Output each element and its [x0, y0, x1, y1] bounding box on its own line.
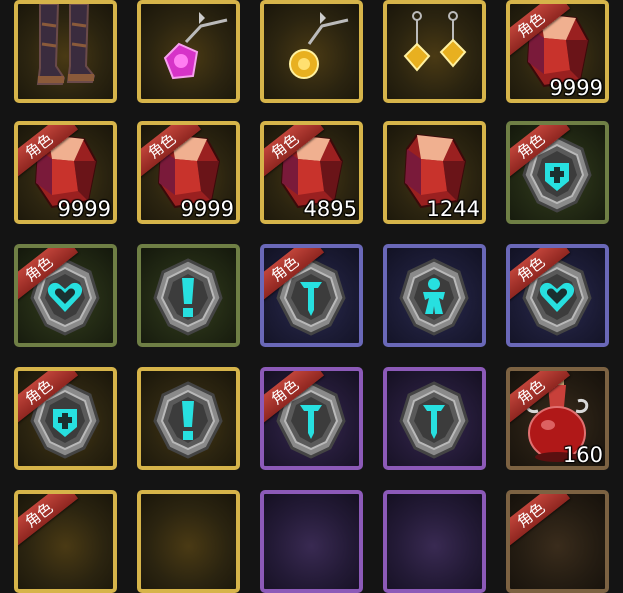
inventory-slot[interactable]: 角色 [14, 490, 117, 593]
inventory-slot[interactable]: 角色 [14, 244, 117, 347]
inventory-slot[interactable] [383, 0, 486, 103]
item-count: 1244 [426, 197, 480, 221]
item-count: 9999 [57, 197, 111, 221]
inventory-slot[interactable]: 角色 [506, 244, 609, 347]
inventory-slot[interactable]: 1244 [383, 121, 486, 224]
inventory-slot[interactable] [14, 0, 117, 103]
item-count: 4895 [303, 197, 357, 221]
inventory-slot[interactable] [383, 367, 486, 470]
inventory-slot[interactable]: 角色 [506, 121, 609, 224]
item-count: 9999 [549, 76, 603, 100]
inventory-slot[interactable]: 角色 [506, 490, 609, 593]
inventory-slot[interactable] [137, 244, 240, 347]
inventory-slot[interactable] [383, 244, 486, 347]
item-count: 9999 [180, 197, 234, 221]
role-tag-ribbon: 角色 [18, 494, 79, 549]
inventory-slot[interactable] [137, 0, 240, 103]
inventory-slot[interactable] [260, 0, 363, 103]
inventory-slot[interactable]: 角色 [14, 367, 117, 470]
inventory-grid: 角色 9999 角色 9999 角色 9999 角色 4895 1244 角色 角色 角色 角色 角色 角色… [0, 0, 623, 593]
inventory-slot[interactable] [137, 490, 240, 593]
inventory-slot[interactable]: 角色 9999 [506, 0, 609, 103]
inventory-slot[interactable]: 角色 [260, 244, 363, 347]
role-tag-ribbon: 角色 [510, 494, 571, 549]
inventory-slot[interactable]: 角色 4895 [260, 121, 363, 224]
inventory-slot[interactable] [137, 367, 240, 470]
inventory-slot[interactable] [260, 490, 363, 593]
inventory-slot[interactable]: 角色 160 [506, 367, 609, 470]
inventory-slot[interactable] [383, 490, 486, 593]
item-count: 160 [562, 443, 603, 467]
inventory-slot[interactable]: 角色 [260, 367, 363, 470]
inventory-slot[interactable]: 角色 9999 [137, 121, 240, 224]
inventory-slot[interactable]: 角色 9999 [14, 121, 117, 224]
